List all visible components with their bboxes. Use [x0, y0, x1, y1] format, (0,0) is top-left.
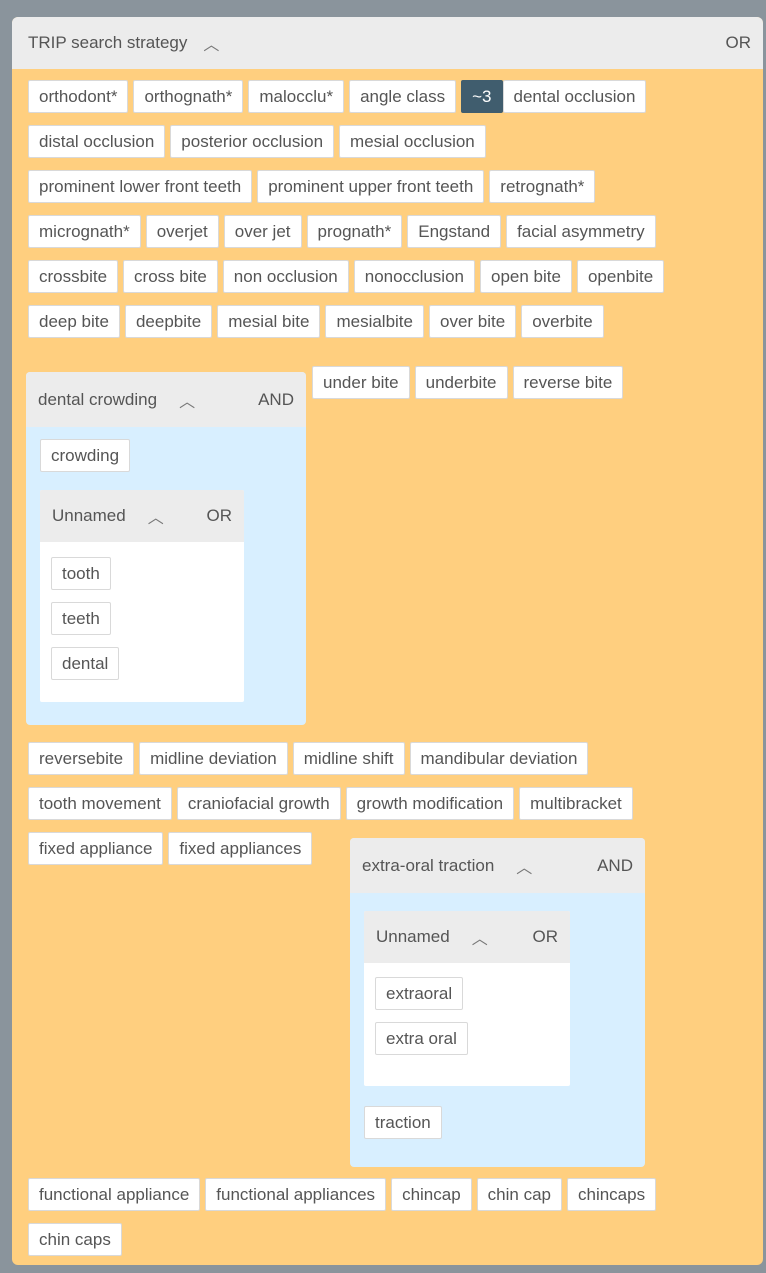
term-chip[interactable]: functional appliance: [28, 1178, 201, 1211]
group-operator[interactable]: AND: [258, 390, 294, 410]
term-row: orthodont* orthognath* malocclu* angle clas…: [28, 80, 748, 125]
subgroup-title: Unnamed: [52, 506, 126, 525]
chevron-up-icon[interactable]: ︿: [472, 925, 488, 949]
term-chip[interactable]: fixed appliances: [168, 832, 313, 865]
term-chip[interactable]: teeth: [51, 602, 111, 635]
term-chip[interactable]: nonocclusion: [353, 260, 475, 293]
term-chip[interactable]: mesialbite: [325, 305, 424, 338]
term-chip[interactable]: extra oral: [375, 1022, 468, 1055]
term-chip[interactable]: prominent upper front teeth: [257, 170, 485, 203]
panel-title: TRIP search strategy: [28, 33, 188, 52]
term-chip[interactable]: mesial occlusion: [339, 125, 486, 158]
term-chip[interactable]: deepbite: [124, 305, 213, 338]
subgroup-operator[interactable]: OR: [533, 927, 559, 947]
term-chip[interactable]: overbite: [521, 305, 604, 338]
panel-header[interactable]: TRIP search strategy ︿ OR: [12, 17, 763, 69]
term-chip[interactable]: retrognath*: [489, 170, 596, 203]
term-chip[interactable]: functional appliances: [205, 1178, 387, 1211]
term-chip[interactable]: malocclu*: [248, 80, 345, 113]
term-row: under bite underbite reverse bite: [312, 366, 742, 411]
term-chip[interactable]: micrognath*: [28, 215, 141, 248]
trip-search-strategy-panel: TRIP search strategy ︿ OR orthodont* orth…: [12, 17, 763, 1265]
term-chip[interactable]: underbite: [414, 366, 508, 399]
term-chip[interactable]: mandibular deviation: [409, 742, 589, 775]
term-chip[interactable]: extraoral: [375, 977, 464, 1010]
chevron-up-icon[interactable]: ︿: [179, 388, 195, 412]
term-row: deep bite deepbite mesial bite mesialbite ov…: [28, 305, 748, 350]
term-chip[interactable]: over bite: [429, 305, 517, 338]
term-chip[interactable]: Engstand: [407, 215, 502, 248]
term-chip[interactable]: openbite: [576, 260, 665, 293]
term-row: micrognath* overjet over jet prognath* Engst…: [28, 215, 748, 260]
term-chip[interactable]: dental: [51, 647, 120, 680]
term-chip[interactable]: multibracket: [519, 787, 633, 820]
chevron-up-icon[interactable]: ︿: [516, 854, 532, 878]
chevron-up-icon[interactable]: ︿: [203, 31, 219, 55]
term-chip[interactable]: orthognath*: [133, 80, 244, 113]
term-chip[interactable]: prognath*: [306, 215, 403, 248]
term-chip[interactable]: chin caps: [28, 1223, 122, 1256]
term-row: functional appliance functional appliance…: [28, 1178, 748, 1223]
subgroup-operator[interactable]: OR: [207, 506, 233, 526]
subgroup-title: Unnamed: [376, 927, 450, 946]
term-chip[interactable]: tooth: [51, 557, 111, 590]
term-row: chin caps: [28, 1223, 748, 1268]
term-chip[interactable]: traction: [364, 1106, 442, 1139]
term-chip[interactable]: fixed appliance: [28, 832, 164, 865]
term-chip[interactable]: open bite: [480, 260, 572, 293]
term-chip[interactable]: mesial bite: [217, 305, 321, 338]
term-chip[interactable]: angle class: [349, 80, 457, 113]
term-chip[interactable]: midline shift: [292, 742, 405, 775]
group-dental-crowding: dental crowding ︿ AND crowding Unnamed ︿…: [26, 372, 306, 725]
term-chip[interactable]: deep bite: [28, 305, 120, 338]
term-chip[interactable]: over jet: [223, 215, 302, 248]
group-header[interactable]: dental crowding ︿ AND: [26, 372, 306, 427]
group-title: dental crowding: [38, 389, 158, 409]
term-chip[interactable]: craniofacial growth: [176, 787, 341, 820]
subgroup-unnamed: Unnamed ︿ OR extraoral extra oral: [364, 911, 570, 1086]
term-row: prominent lower front teeth prominent upp…: [28, 170, 748, 215]
term-chip[interactable]: cross bite: [123, 260, 218, 293]
term-chip[interactable]: midline deviation: [139, 742, 288, 775]
term-chip[interactable]: growth modification: [345, 787, 515, 820]
term-chip[interactable]: distal occlusion: [28, 125, 166, 158]
terms-area: orthodont* orthognath* malocclu* angle clas…: [26, 80, 748, 1256]
term-chip[interactable]: prominent lower front teeth: [28, 170, 253, 203]
proximity-badge[interactable]: ~3: [461, 80, 503, 113]
group-title: extra-oral traction: [362, 855, 495, 875]
term-chip[interactable]: non occlusion: [222, 260, 349, 293]
term-chip[interactable]: facial asymmetry: [506, 215, 656, 248]
term-chip[interactable]: overjet: [145, 215, 219, 248]
term-chip[interactable]: chincap: [391, 1178, 472, 1211]
term-row: tooth movement craniofacial growth growth …: [28, 787, 748, 832]
term-chip[interactable]: reverse bite: [512, 366, 624, 399]
panel-operator[interactable]: OR: [726, 33, 752, 53]
term-chip[interactable]: reversebite: [28, 742, 135, 775]
term-row: distal occlusion posterior occlusion mesia…: [28, 125, 748, 170]
term-chip[interactable]: chincaps: [567, 1178, 657, 1211]
subgroup-unnamed: Unnamed ︿ OR tooth teeth dental: [40, 490, 244, 702]
term-chip[interactable]: tooth movement: [28, 787, 172, 820]
group-extra-oral-traction: extra-oral traction ︿ AND Unnamed ︿ OR e…: [350, 838, 645, 1167]
subgroup-header[interactable]: Unnamed ︿ OR: [364, 911, 570, 963]
group-header[interactable]: extra-oral traction ︿ AND: [350, 838, 645, 893]
term-chip[interactable]: crowding: [40, 439, 131, 472]
term-row: reversebite midline deviation midline shif…: [28, 742, 748, 787]
term-chip[interactable]: dental occlusion: [502, 80, 647, 113]
term-row: crossbite cross bite non occlusion nonocclu…: [28, 260, 748, 305]
term-chip[interactable]: under bite: [312, 366, 410, 399]
term-chip[interactable]: orthodont*: [28, 80, 129, 113]
term-chip[interactable]: crossbite: [28, 260, 119, 293]
group-operator[interactable]: AND: [597, 856, 633, 876]
subgroup-header[interactable]: Unnamed ︿ OR: [40, 490, 244, 542]
term-chip[interactable]: posterior occlusion: [170, 125, 335, 158]
term-chip[interactable]: chin cap: [476, 1178, 562, 1211]
chevron-up-icon[interactable]: ︿: [148, 504, 164, 528]
